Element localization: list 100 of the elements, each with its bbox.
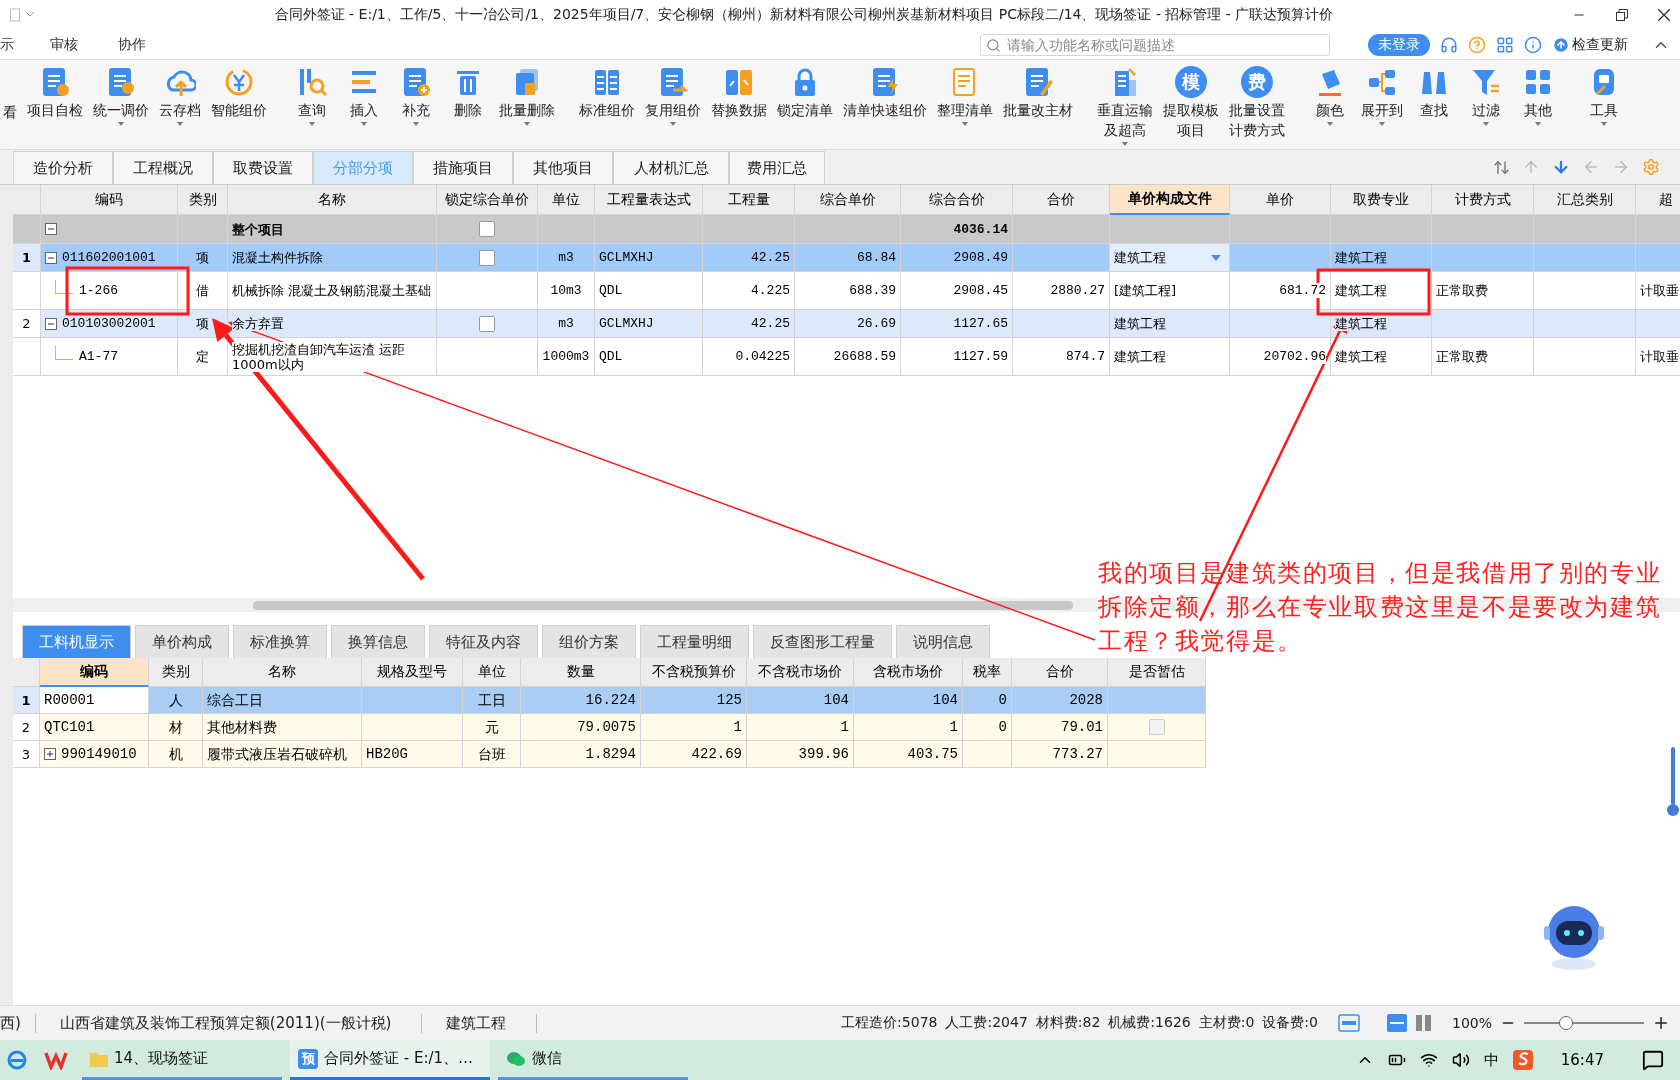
checkbox[interactable]	[479, 315, 495, 332]
help-icon[interactable]	[1468, 35, 1486, 54]
column-header[interactable]: 是否暂估	[1108, 658, 1206, 687]
tab[interactable]: 说明信息	[896, 625, 990, 658]
headset-icon[interactable]	[1440, 35, 1458, 54]
info-icon[interactable]	[1524, 35, 1542, 54]
toolbar-button[interactable]: 批量改主材	[1000, 66, 1076, 120]
collapse-button[interactable]	[45, 317, 57, 330]
taskbar-app[interactable]: 14、现场签证	[82, 1040, 282, 1080]
column-header[interactable]: 类别	[149, 658, 203, 687]
column-header[interactable]: 超	[1636, 185, 1680, 215]
toolbar-button[interactable]: 复用组价	[642, 66, 704, 126]
tab[interactable]: 造价分析	[13, 151, 113, 184]
column-header[interactable]: 含税市场价	[854, 658, 963, 687]
notification-icon[interactable]	[1642, 1049, 1664, 1071]
column-header[interactable]: 合价	[1013, 185, 1110, 215]
tab[interactable]: 反查图形工程量	[753, 625, 892, 658]
expand-button[interactable]	[44, 748, 56, 760]
menu-item[interactable]: 示	[0, 35, 14, 54]
toolbar-button[interactable]: 清单快速组价	[840, 66, 930, 120]
column-header[interactable]: 单位	[538, 185, 595, 215]
search-field[interactable]: 请输入功能名称或问题描述	[980, 33, 1330, 56]
checkbox[interactable]	[1148, 719, 1165, 735]
toolbar-button[interactable]: 垂直运输 及超高	[1094, 66, 1156, 146]
wifi-icon[interactable]	[1419, 1051, 1438, 1069]
toolbar-button[interactable]: 过滤	[1462, 66, 1510, 126]
column-header[interactable]: 类别	[178, 185, 228, 215]
tab[interactable]: 工程量明细	[640, 625, 749, 658]
toolbar-button[interactable]: 模 提取模板 项目	[1160, 66, 1222, 140]
tab[interactable]: 单价构成	[135, 625, 229, 658]
column-header[interactable]: 不含税市场价	[747, 658, 854, 687]
column-header[interactable]: 编码	[40, 658, 149, 687]
tab[interactable]: 措施项目	[413, 151, 513, 184]
menu-item[interactable]: 审核	[50, 35, 78, 54]
tab[interactable]: 工程概况	[113, 151, 213, 184]
toolbar-button[interactable]: 标准组价	[576, 66, 638, 120]
column-header[interactable]: 单价构成文件	[1110, 185, 1230, 215]
close-button[interactable]	[1658, 9, 1670, 21]
tab[interactable]: 标准换算	[233, 625, 327, 658]
toolbar-button[interactable]: 整理清单	[934, 66, 996, 126]
column-header[interactable]: 合价	[1012, 658, 1108, 687]
menu-item[interactable]: 协作	[118, 35, 146, 54]
volume-icon[interactable]	[1451, 1051, 1470, 1069]
column-header[interactable]: 编码	[41, 185, 178, 215]
taskbar-app[interactable]: 微信	[498, 1040, 688, 1080]
column-header[interactable]: 锁定综合单价	[437, 185, 538, 215]
input-app-icon[interactable]	[1512, 1050, 1533, 1070]
move-down-icon[interactable]	[1552, 158, 1570, 176]
sort-icon[interactable]	[1493, 158, 1510, 176]
check-update-button[interactable]: 检查更新	[1552, 35, 1628, 54]
collapse-button[interactable]	[45, 251, 57, 264]
column-header[interactable]: 汇总类别	[1534, 185, 1636, 215]
toolbar-button[interactable]: 查找	[1410, 66, 1458, 120]
column-header[interactable]: 工程量	[703, 185, 795, 215]
toolbar-button[interactable]: 看	[0, 66, 20, 122]
toolbar-button[interactable]: 费 批量设置 计费方式	[1226, 66, 1288, 140]
tab[interactable]: 人材机汇总	[613, 151, 729, 184]
tab[interactable]: 取费设置	[213, 151, 313, 184]
toolbar-button[interactable]: 查询	[288, 66, 336, 126]
column-header[interactable]: 规格及型号	[362, 658, 463, 687]
taskbar-app[interactable]: 预 合同外签证 - E:/1、…	[290, 1040, 490, 1080]
toolbar-button[interactable]: 批量删除	[496, 66, 558, 126]
toolbar-button[interactable]: 工具	[1580, 66, 1628, 126]
layout-icon[interactable]	[1337, 1014, 1360, 1032]
column-header[interactable]: 单位	[463, 658, 521, 687]
tab[interactable]: 费用汇总	[729, 151, 825, 184]
column-header[interactable]: 单价	[1230, 185, 1331, 215]
column-header[interactable]: 工程量表达式	[595, 185, 703, 215]
column-header[interactable]: 综合单价	[795, 185, 901, 215]
toolbar-button[interactable]: 锁定清单	[774, 66, 836, 120]
column-header[interactable]: 税率	[963, 658, 1012, 687]
toolbar-button[interactable]: 智能组价	[208, 66, 270, 120]
column-header[interactable]: 不含税预算价	[641, 658, 747, 687]
toolbar-button[interactable]: 删除	[444, 66, 492, 120]
browser-icon[interactable]	[6, 1049, 28, 1071]
zoom-in-button[interactable]	[1652, 1014, 1670, 1032]
settings-icon[interactable]	[1642, 158, 1660, 176]
grid-icon[interactable]	[1496, 35, 1514, 54]
office-logo-icon[interactable]	[44, 1050, 68, 1070]
collapse-button[interactable]	[45, 223, 57, 235]
checkbox[interactable]	[479, 221, 495, 237]
column-header[interactable]: 综合合价	[901, 185, 1013, 215]
toolbar-button[interactable]: 补充	[392, 66, 440, 126]
input-method-indicator[interactable]: 中	[1483, 1050, 1499, 1070]
toolbar-button[interactable]: 颜色	[1306, 66, 1354, 126]
column-header[interactable]: 计费方式	[1432, 185, 1534, 215]
checkbox[interactable]	[479, 249, 495, 266]
toolbar-button[interactable]: 替换数据	[708, 66, 770, 120]
tab[interactable]: 特征及内容	[429, 625, 538, 658]
toolbar-button[interactable]: 项目自检	[24, 66, 86, 120]
restore-button[interactable]	[1616, 9, 1628, 21]
column-header[interactable]: 取费专业	[1331, 185, 1432, 215]
toolbar-button[interactable]: 云存档	[156, 66, 204, 126]
column-header[interactable]: 数量	[521, 658, 641, 687]
split-view-icon[interactable]	[1415, 1015, 1432, 1031]
tab[interactable]: 其他项目	[513, 151, 613, 184]
toolbar-button[interactable]: 统一调价	[90, 66, 152, 126]
single-view-icon[interactable]	[1385, 1013, 1408, 1033]
column-header[interactable]: 名称	[228, 185, 437, 215]
toolbar-button[interactable]: 插入	[340, 66, 388, 126]
